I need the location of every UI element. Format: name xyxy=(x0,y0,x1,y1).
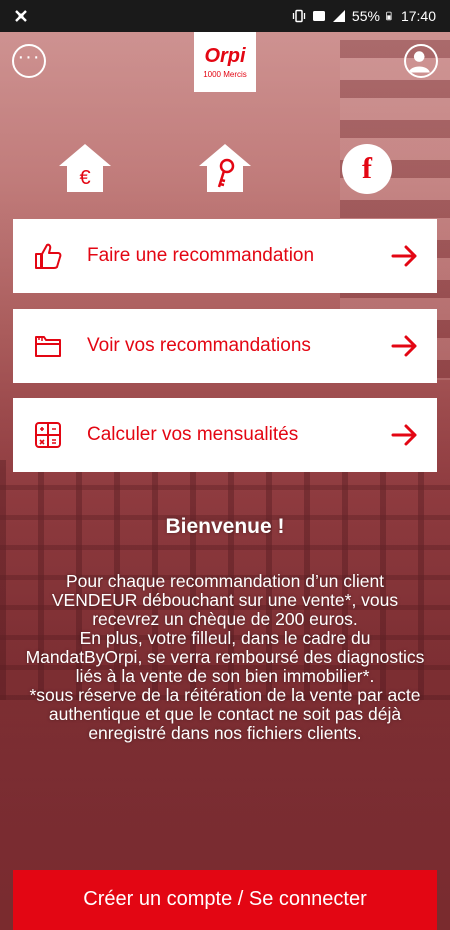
profile-button[interactable] xyxy=(404,44,438,78)
battery-percent: 55% xyxy=(351,8,380,24)
recommend-label: Faire une recommandation xyxy=(87,245,315,266)
welcome-text: Pour chaque recommandation d’un client V… xyxy=(24,572,426,743)
status-bar: 55% 17:40 xyxy=(0,0,450,32)
facebook-button[interactable]: f xyxy=(342,144,392,194)
welcome-paragraph-3: *sous réserve de la réitération de la ve… xyxy=(29,685,421,743)
vibrate-icon xyxy=(292,9,306,23)
signal-icon xyxy=(332,10,345,22)
menu-button[interactable]: ··· xyxy=(12,44,46,78)
app-notification-icon xyxy=(15,10,27,22)
recommend-button[interactable]: Faire une recommandation xyxy=(13,219,437,293)
calculate-payments-label: Calculer vos mensualités xyxy=(87,424,299,445)
folder-icon xyxy=(35,336,61,357)
calculator-icon xyxy=(35,422,61,448)
key-house-icon xyxy=(199,144,251,192)
euro-house-icon: € xyxy=(59,144,111,192)
view-recommendations-button[interactable]: Voir vos recommandations xyxy=(13,309,437,383)
create-account-login-button[interactable]: Créer un compte / Se connecter xyxy=(13,870,437,930)
welcome-paragraph-2: En plus, votre filleul, dans le cadre du… xyxy=(25,628,425,686)
svg-text:€: € xyxy=(79,167,90,189)
calculate-payments-button[interactable]: Calculer vos mensualités xyxy=(13,398,437,472)
clock: 17:40 xyxy=(400,8,436,24)
arrow-right-icon xyxy=(391,424,417,446)
welcome-paragraph-1: Pour chaque recommandation d’un client V… xyxy=(51,571,399,629)
euro-house-button[interactable]: € xyxy=(57,142,113,199)
facebook-icon: f xyxy=(362,152,372,185)
view-recommendations-label: Voir vos recommandations xyxy=(87,335,311,356)
battery-icon xyxy=(386,11,392,21)
more-dots-icon: ··· xyxy=(17,46,41,68)
logo-wordmark: Orpi xyxy=(204,45,246,67)
arrow-right-icon xyxy=(391,335,417,357)
welcome-title: Bienvenue ! xyxy=(165,515,285,538)
user-icon xyxy=(408,51,430,73)
key-house-button[interactable] xyxy=(197,142,253,199)
wifi-calling-icon xyxy=(312,11,325,21)
thumbs-up-icon xyxy=(35,243,62,269)
logo-subtitle: 1000 Mercis xyxy=(203,70,247,79)
arrow-right-icon xyxy=(391,245,417,267)
orpi-logo: Orpi 1000 Mercis xyxy=(194,32,256,92)
